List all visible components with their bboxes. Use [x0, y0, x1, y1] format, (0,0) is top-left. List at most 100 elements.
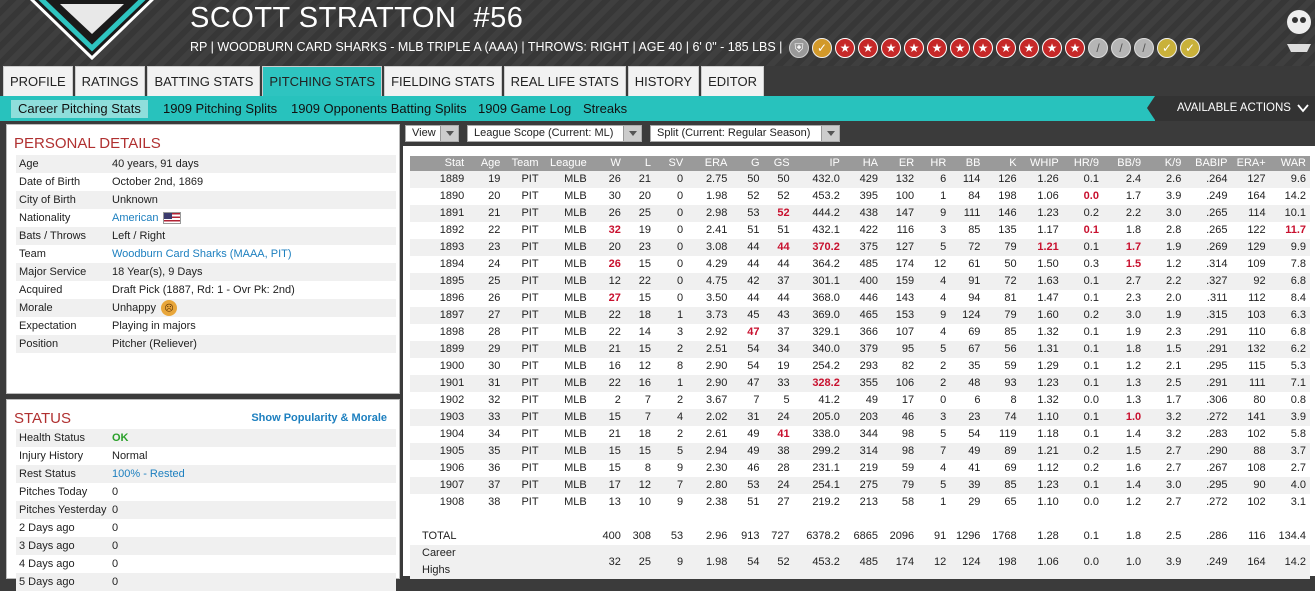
- column-header-g[interactable]: G: [731, 156, 764, 171]
- table-cell: 375: [843, 239, 882, 256]
- table-cell: 1.4: [1102, 477, 1146, 494]
- table-cell: 111: [1231, 375, 1270, 392]
- table-cell: 114: [950, 171, 985, 188]
- subtab-1909-pitching-splits[interactable]: 1909 Pitching Splits: [156, 100, 284, 118]
- column-header-team[interactable]: Team: [504, 156, 543, 171]
- table-cell: MLB: [542, 171, 591, 188]
- league-scope-dropdown[interactable]: League Scope (Current: ML): [467, 125, 642, 142]
- table-cell: 42: [731, 273, 764, 290]
- personal-value[interactable]: American: [112, 209, 396, 227]
- table-cell: MLB: [564, 258, 587, 270]
- personal-label: Acquired: [19, 284, 63, 296]
- show-popularity-morale-link[interactable]: Show Popularity & Morale: [251, 412, 387, 424]
- table-cell: PIT: [521, 292, 539, 304]
- table-cell: 5.3: [1290, 360, 1306, 372]
- view-dropdown[interactable]: View: [405, 125, 459, 142]
- table-cell: 44: [747, 258, 760, 270]
- column-header-bb9[interactable]: BB/9: [1102, 156, 1146, 171]
- table-cell: 2.7: [1166, 496, 1182, 508]
- column-header-stat[interactable]: Stat: [410, 156, 469, 171]
- tab-pitching-stats[interactable]: PITCHING STATS: [262, 66, 383, 96]
- personal-value: Playing in majors: [112, 317, 396, 335]
- star-icon: ★: [927, 38, 947, 58]
- column-header-ha[interactable]: HA: [843, 156, 882, 171]
- subtab-career-pitching-stats[interactable]: Career Pitching Stats: [11, 100, 148, 118]
- table-cell: 1.5: [1145, 341, 1186, 358]
- column-header-er[interactable]: ER: [882, 156, 919, 171]
- column-header-w[interactable]: W: [590, 156, 625, 171]
- table-cell: 453.2: [812, 190, 840, 202]
- table-cell: 301.1: [793, 273, 844, 290]
- column-header-sv[interactable]: SV: [655, 156, 688, 171]
- status-row: 2 Days ago 0: [16, 519, 396, 537]
- table-total-row-cell: 1768: [992, 530, 1017, 542]
- table-cell: 53: [731, 205, 764, 222]
- table-cell: 41.2: [818, 394, 840, 406]
- table-cell: 69: [1004, 462, 1017, 474]
- column-header-age[interactable]: Age: [468, 156, 505, 171]
- table-cell: 0: [655, 239, 688, 256]
- table-cell: 338.0: [812, 428, 840, 440]
- personal-value-text: Draft Pick (1887, Rd: 1 - Ovr Pk: 2nd): [112, 284, 295, 296]
- table-cell: 8: [677, 360, 684, 372]
- available-actions-button[interactable]: AVAILABLE ACTIONS: [1147, 96, 1315, 121]
- status-value-text[interactable]: 100% - Rested: [112, 465, 185, 483]
- table-row: 1906 36 PIT MLB 15 8 9 2.30 46 28 231.1 219 59 4 41 69 1…: [410, 460, 1310, 477]
- table-row: 1893 23 PIT MLB 20 23 0 3.08 44 44 370.2 375 127 5 72 7…: [410, 239, 1310, 256]
- tab-fielding-stats[interactable]: FIELDING STATS: [384, 66, 502, 96]
- personal-value-text[interactable]: American: [112, 209, 158, 227]
- table-cell: 2.8: [1166, 224, 1182, 236]
- column-header-k[interactable]: K: [984, 156, 1021, 171]
- column-header-k9[interactable]: K/9: [1145, 156, 1186, 171]
- table-cell: 102: [1247, 428, 1266, 440]
- glove-icon: ✓: [1157, 38, 1177, 58]
- table-cell: 164: [1247, 190, 1266, 202]
- column-header-ip[interactable]: IP: [793, 156, 844, 171]
- column-header-whip[interactable]: WHIP: [1020, 156, 1063, 171]
- tab-ratings[interactable]: RATINGS: [74, 66, 146, 96]
- personal-value-text[interactable]: Woodburn Card Sharks (MAAA, PIT): [112, 245, 292, 263]
- table-cell: 23: [950, 409, 985, 426]
- subtab-1909-opponents-batting-splits[interactable]: 1909 Opponents Batting Splits: [284, 100, 474, 118]
- tab-profile[interactable]: PROFILE: [3, 66, 73, 96]
- table-cell: 340.0: [793, 341, 844, 358]
- column-header-l[interactable]: L: [624, 156, 656, 171]
- tab-editor[interactable]: EDITOR: [701, 66, 764, 96]
- player-header: SCOTT STRATTON #56 RP | WOODBURN CARD SH…: [0, 0, 1315, 66]
- personal-row: Major Service 18 Year(s), 9 Days: [16, 263, 396, 281]
- column-header-war[interactable]: WAR: [1269, 156, 1310, 171]
- subtab-streaks[interactable]: Streaks: [576, 100, 634, 118]
- column-header-league[interactable]: League: [542, 156, 591, 171]
- column-header-gs[interactable]: GS: [763, 156, 794, 171]
- table-cell: 1.60: [1020, 307, 1063, 324]
- status-label: 3 Days ago: [19, 540, 75, 552]
- column-header-era[interactable]: ERA+: [1231, 156, 1270, 171]
- subtab-1909-game-log[interactable]: 1909 Game Log: [471, 100, 578, 118]
- personal-value[interactable]: Woodburn Card Sharks (MAAA, PIT): [112, 245, 396, 263]
- column-header-bb[interactable]: BB: [950, 156, 985, 171]
- status-value[interactable]: 100% - Rested: [112, 465, 396, 483]
- table-cell: 50: [731, 171, 764, 188]
- column-header-babip[interactable]: BABIP: [1185, 156, 1232, 171]
- personal-label: City of Birth: [19, 194, 76, 206]
- table-cell: 23: [624, 239, 656, 256]
- tab-history[interactable]: HISTORY: [627, 66, 700, 96]
- table-cell: PIT: [521, 394, 539, 406]
- table-cell: 26: [590, 171, 625, 188]
- column-header-era[interactable]: ERA: [687, 156, 732, 171]
- table-cell: 159: [882, 273, 919, 290]
- tab-batting-stats[interactable]: BATTING STATS: [147, 66, 261, 96]
- table-cell: 34: [763, 341, 794, 358]
- table-cell: 5: [918, 477, 951, 494]
- status-value: OK: [112, 429, 396, 447]
- column-header-hr[interactable]: HR: [918, 156, 951, 171]
- column-header-hr9[interactable]: HR/9: [1062, 156, 1103, 171]
- table-cell: 2.6: [1145, 171, 1186, 188]
- table-cell: 15: [638, 258, 652, 270]
- tab-real-life-stats[interactable]: REAL LIFE STATS: [503, 66, 626, 96]
- table-cell: 33: [468, 409, 505, 426]
- table-cell: 1.8: [1125, 224, 1142, 236]
- table-cell: 0.1: [1083, 360, 1099, 372]
- split-dropdown[interactable]: Split (Current: Regular Season): [650, 125, 840, 142]
- table-cell: PIT: [521, 428, 539, 440]
